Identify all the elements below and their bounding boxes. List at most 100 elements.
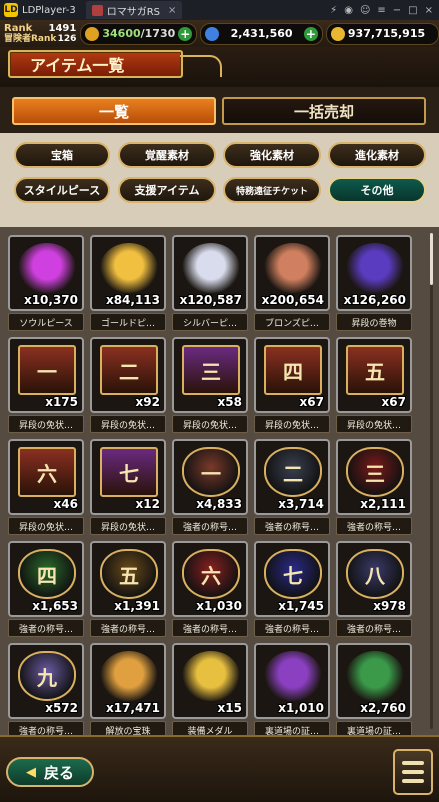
item-glyph: 二 xyxy=(283,461,303,486)
tab-bulk-sell[interactable]: 一括売却 xyxy=(222,97,426,125)
item-cell[interactable]: x84,113 ゴールドピ… xyxy=(90,235,166,337)
item-name: 強者の称号… xyxy=(90,619,166,637)
filter-awakening-material[interactable]: 覚醒素材 xyxy=(118,142,216,168)
filter-support-item[interactable]: 支援アイテム xyxy=(118,177,216,203)
item-name: 強者の称号… xyxy=(172,619,248,637)
item-cell[interactable]: 四 x67 昇段の免状… xyxy=(254,337,330,439)
item-cell[interactable]: 五 x67 昇段の免状… xyxy=(336,337,412,439)
item-cell[interactable]: 一 x175 昇段の免状… xyxy=(8,337,84,439)
badge-4-icon: 四 xyxy=(18,549,76,599)
item-cell[interactable]: 四 x1,653 強者の称号… xyxy=(8,541,84,643)
item-quantity: x200,654 xyxy=(261,293,324,307)
soul-piece-icon xyxy=(18,243,76,293)
item-frame: 七 x1,745 xyxy=(254,541,330,617)
add-gems-button[interactable]: + xyxy=(303,26,318,41)
stamina-pill: 34600/1730 + xyxy=(80,22,198,45)
minimize-icon[interactable]: − xyxy=(393,5,401,16)
maximize-icon[interactable]: □ xyxy=(408,5,417,16)
item-glyph: 三 xyxy=(365,461,385,486)
item-cell[interactable]: 八 x978 強者の称号… xyxy=(336,541,412,643)
item-cell[interactable]: 五 x1,391 強者の称号… xyxy=(90,541,166,643)
item-frame: 三 x2,111 xyxy=(336,439,412,515)
item-quantity: x2,111 xyxy=(360,497,406,511)
item-name: 昇段の免状… xyxy=(90,517,166,535)
item-cell[interactable]: 三 x58 昇段の免状… xyxy=(172,337,248,439)
item-frame: 八 x978 xyxy=(336,541,412,617)
item-cell[interactable]: x2,760 裏道場の証… xyxy=(336,643,412,735)
item-cell[interactable]: 一 x4,833 強者の称号… xyxy=(172,439,248,541)
item-frame: x2,760 xyxy=(336,643,412,719)
item-cell[interactable]: 六 x1,030 強者の称号… xyxy=(172,541,248,643)
filter-expedition-ticket[interactable]: 特務遠征チケット xyxy=(223,177,321,203)
back-button[interactable]: ◀ 戻る xyxy=(6,757,94,787)
item-frame: 一 x175 xyxy=(8,337,84,413)
item-quantity: x46 xyxy=(53,497,78,511)
item-cell[interactable]: x10,370 ソウルピース xyxy=(8,235,84,337)
scrollbar-track[interactable] xyxy=(430,233,433,729)
gold-count: 937,715,915 xyxy=(347,27,426,40)
medal-icon xyxy=(182,651,240,701)
lightning-icon[interactable]: ⚡ xyxy=(330,5,337,16)
item-name: 装備メダル xyxy=(172,721,248,735)
item-name: 昇段の免状… xyxy=(172,415,248,433)
item-cell[interactable]: 二 x3,714 強者の称号… xyxy=(254,439,330,541)
filter-enhance-material[interactable]: 強化素材 xyxy=(223,142,321,168)
license-3-icon: 三 xyxy=(182,345,240,395)
item-frame: 四 x67 xyxy=(254,337,330,413)
gem-pill: 2,431,560 + xyxy=(200,22,323,45)
tab-bar: 一覧 一括売却 xyxy=(0,87,439,133)
item-cell[interactable]: x200,654 ブロンズピ… xyxy=(254,235,330,337)
main-menu-button[interactable] xyxy=(393,749,433,795)
item-frame: 五 x1,391 xyxy=(90,541,166,617)
menu-icon[interactable]: ≡ xyxy=(377,5,385,16)
item-cell[interactable]: 六 x46 昇段の免状… xyxy=(8,439,84,541)
ldplayer-logo-icon: LD xyxy=(4,3,18,17)
filter-treasure-box[interactable]: 宝箱 xyxy=(14,142,110,168)
item-name: 強者の称号… xyxy=(254,517,330,535)
user-icon[interactable]: ☺ xyxy=(360,5,370,16)
item-cell[interactable]: 七 x1,745 強者の称号… xyxy=(254,541,330,643)
page-title: アイテム一覧 xyxy=(8,50,183,78)
bronze-piece-icon xyxy=(264,243,322,293)
item-cell[interactable]: 二 x92 昇段の免状… xyxy=(90,337,166,439)
close-window-icon[interactable]: × xyxy=(425,5,433,16)
gem-icon xyxy=(205,26,220,41)
item-frame: 七 x12 xyxy=(90,439,166,515)
item-cell[interactable]: 三 x2,111 強者の称号… xyxy=(336,439,412,541)
item-cell[interactable]: x15 装備メダル xyxy=(172,643,248,735)
item-cell[interactable]: x17,471 解放の宝珠 xyxy=(90,643,166,735)
filter-other[interactable]: その他 xyxy=(328,177,426,203)
item-quantity: x1,745 xyxy=(278,599,324,613)
scrollbar-thumb[interactable] xyxy=(430,233,433,285)
add-stamina-button[interactable]: + xyxy=(178,26,193,41)
item-quantity: x175 xyxy=(45,395,78,409)
filter-style-piece[interactable]: スタイルピース xyxy=(14,177,110,203)
item-cell[interactable]: x1,010 裏道場の証… xyxy=(254,643,330,735)
item-frame: x10,370 xyxy=(8,235,84,311)
tab-list[interactable]: 一覧 xyxy=(12,97,216,125)
gamepad-icon[interactable]: ◉ xyxy=(344,5,353,16)
item-name: ゴールドピ… xyxy=(90,313,166,331)
item-frame: x15 xyxy=(172,643,248,719)
item-name: シルバーピ… xyxy=(172,313,248,331)
item-quantity: x15 xyxy=(217,701,242,715)
item-frame: 四 x1,653 xyxy=(8,541,84,617)
filter-evolution-material[interactable]: 進化素材 xyxy=(328,142,426,168)
emulator-tab[interactable]: ロマサガRS × xyxy=(85,1,183,19)
badge-7-icon: 七 xyxy=(264,549,322,599)
item-cell[interactable]: x126,260 昇段の巻物 xyxy=(336,235,412,337)
item-grid: x10,370 ソウルピース x84,113 ゴールドピ… x120,587 シルバーピ…… xyxy=(0,227,439,735)
emulator-title-bar: LD LDPlayer-3 ロマサガRS × ⚡ ◉ ☺ ≡ − □ × xyxy=(0,0,439,20)
rank-block: Rank 1491 冒険者Rank 126 xyxy=(0,23,80,45)
item-name: 昇段の免状… xyxy=(8,517,84,535)
badge-8-icon: 八 xyxy=(346,549,404,599)
item-frame: 六 x1,030 xyxy=(172,541,248,617)
gold-pill: 937,715,915 xyxy=(325,22,439,45)
item-cell[interactable]: 九 x572 強者の称号… xyxy=(8,643,84,735)
close-tab-icon[interactable]: × xyxy=(168,5,176,16)
item-glyph: 三 xyxy=(201,359,221,384)
item-cell[interactable]: x120,587 シルバーピ… xyxy=(172,235,248,337)
item-quantity: x12 xyxy=(135,497,160,511)
item-name: 昇段の免状… xyxy=(254,415,330,433)
item-cell[interactable]: 七 x12 昇段の免状… xyxy=(90,439,166,541)
